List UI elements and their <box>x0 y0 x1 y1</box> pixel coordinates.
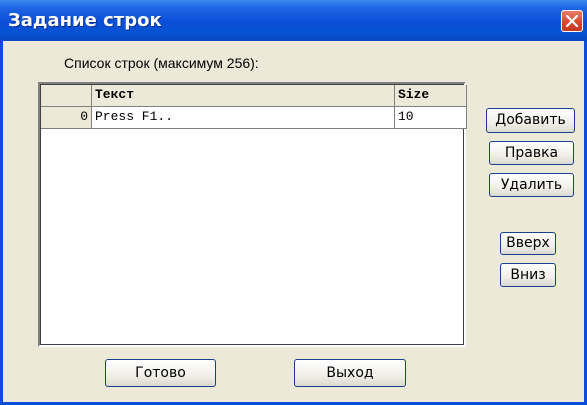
done-button[interactable]: Готово <box>105 359 216 387</box>
add-button[interactable]: Добавить <box>486 108 575 133</box>
exit-button-label: Выход <box>326 365 374 381</box>
move-up-button[interactable]: Вверх <box>500 232 556 255</box>
list-label: Список строк (максимум 256): <box>64 55 259 71</box>
window-title: Задание строк <box>8 10 162 31</box>
window-frame-left <box>0 41 3 405</box>
grid-body: Текст Size 0 Press F1.. 10 <box>40 84 467 345</box>
header-size[interactable]: Size <box>395 85 467 107</box>
done-button-label: Готово <box>135 365 186 381</box>
dialog-window: Задание строк Список строк (максимум 256… <box>0 0 587 405</box>
move-down-button[interactable]: Вниз <box>500 263 556 287</box>
delete-button-label: Удалить <box>500 177 563 193</box>
edit-button[interactable]: Правка <box>489 141 574 165</box>
row-size-cell[interactable]: 10 <box>395 107 467 129</box>
strings-grid[interactable]: Текст Size 0 Press F1.. 10 <box>38 82 467 347</box>
row-index-cell[interactable]: 0 <box>41 107 92 129</box>
header-text[interactable]: Текст <box>92 85 395 107</box>
close-button[interactable] <box>561 10 583 32</box>
exit-button[interactable]: Выход <box>294 359 406 387</box>
title-bar[interactable]: Задание строк <box>0 0 587 41</box>
close-icon <box>566 15 578 27</box>
delete-button[interactable]: Удалить <box>489 173 574 197</box>
add-button-label: Добавить <box>495 112 566 128</box>
move-down-button-label: Вниз <box>510 267 546 283</box>
header-index <box>41 85 92 107</box>
edit-button-label: Правка <box>504 145 559 161</box>
move-up-button-label: Вверх <box>506 235 550 251</box>
row-text-cell[interactable]: Press F1.. <box>92 107 395 129</box>
